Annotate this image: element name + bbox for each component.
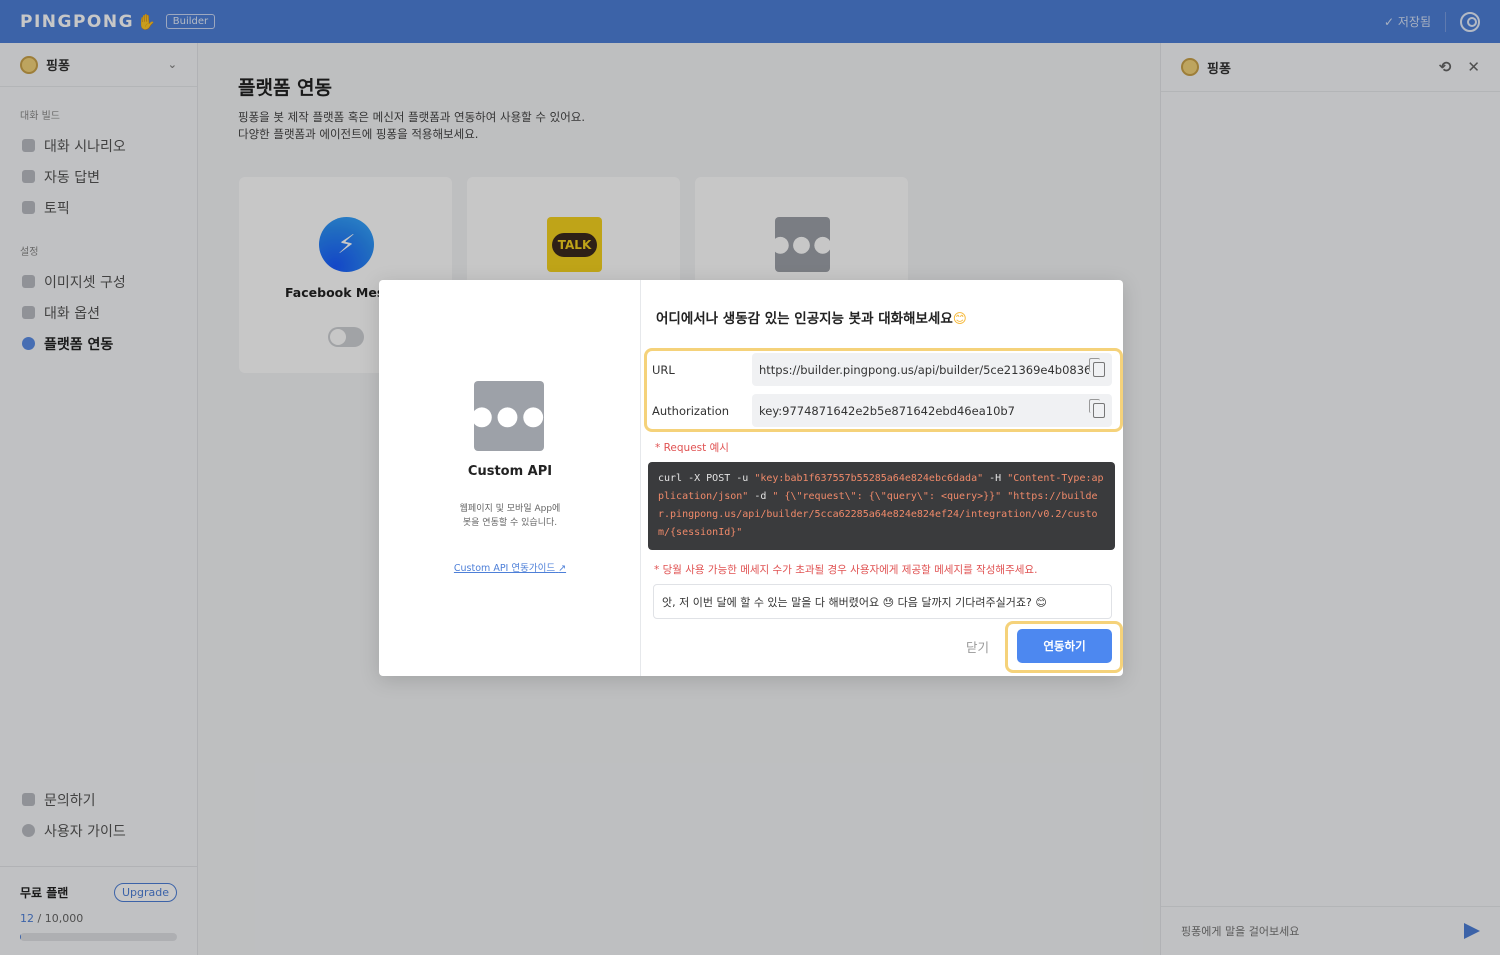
url-row: URL https://builder.pingpong.us/api/buil… <box>652 353 1112 386</box>
description-line: 봇을 연동할 수 있습니다. <box>462 518 558 528</box>
custom-api-modal: ●●● Custom API 웹페이지 및 모바일 App에 봇을 연동할 수 … <box>379 280 1123 676</box>
code-string: " {\"request\": {\"query\": <query>}}" <box>772 491 1002 502</box>
connect-button[interactable]: 연동하기 <box>1017 629 1112 663</box>
request-code-block[interactable]: curl -X POST -u "key:bab1f637557b55285a6… <box>648 462 1115 550</box>
code-text: -H <box>983 473 1008 484</box>
description-line: 웹페이지 및 모바일 App에 <box>459 504 561 514</box>
url-label: URL <box>652 362 675 377</box>
external-link-icon: ↗ <box>558 563 567 574</box>
smile-emoji-icon: 😊 <box>952 311 967 327</box>
auth-row: Authorization key:9774871642e2b5e871642e… <box>652 394 1112 427</box>
close-button[interactable]: 닫기 <box>966 637 989 656</box>
auth-field[interactable]: key:9774871642e2b5e871642ebd46ea10b7 <box>752 394 1112 427</box>
platform-description: 웹페이지 및 모바일 App에 봇을 연동할 수 있습니다. <box>379 502 641 530</box>
guide-link[interactable]: Custom API 연동가이드 ↗ <box>379 560 641 574</box>
code-string: "key:bab1f637557b55285a64e824ebc6dada" <box>754 473 984 484</box>
copy-icon[interactable] <box>1089 358 1105 377</box>
heading-text: 어디에서나 생동감 있는 인공지능 봇과 대화해보세요 <box>656 311 953 327</box>
limit-message-input[interactable]: 앗, 저 이번 달에 할 수 있는 말을 다 해버렸어요 😓 다음 달까지 기다… <box>653 584 1112 619</box>
modal-form: 어디에서나 생동감 있는 인공지능 봇과 대화해보세요😊 URL https:/… <box>641 280 1123 676</box>
limit-warning-label: * 당월 사용 가능한 메세지 수가 초과될 경우 사용자에게 제공할 메세지를… <box>654 564 1038 576</box>
platform-name: Custom API <box>467 464 553 479</box>
url-field[interactable]: https://builder.pingpong.us/api/builder/… <box>752 353 1112 386</box>
code-text: -d <box>748 491 773 502</box>
copy-icon[interactable] <box>1089 399 1105 418</box>
url-value: https://builder.pingpong.us/api/builder/… <box>759 362 1089 377</box>
request-example-label: * Request 예시 <box>655 442 729 454</box>
code-text: curl -X POST -u <box>658 473 755 484</box>
modal-info-panel: ●●● Custom API 웹페이지 및 모바일 App에 봇을 연동할 수 … <box>379 280 641 676</box>
modal-heading: 어디에서나 생동감 있는 인공지능 봇과 대화해보세요😊 <box>656 307 967 327</box>
auth-label: Authorization <box>652 403 730 418</box>
auth-value: key:9774871642e2b5e871642ebd46ea10b7 <box>759 403 1015 418</box>
more-dots-icon: ●●● <box>470 381 545 451</box>
guide-link-text[interactable]: Custom API 연동가이드 <box>454 563 555 574</box>
